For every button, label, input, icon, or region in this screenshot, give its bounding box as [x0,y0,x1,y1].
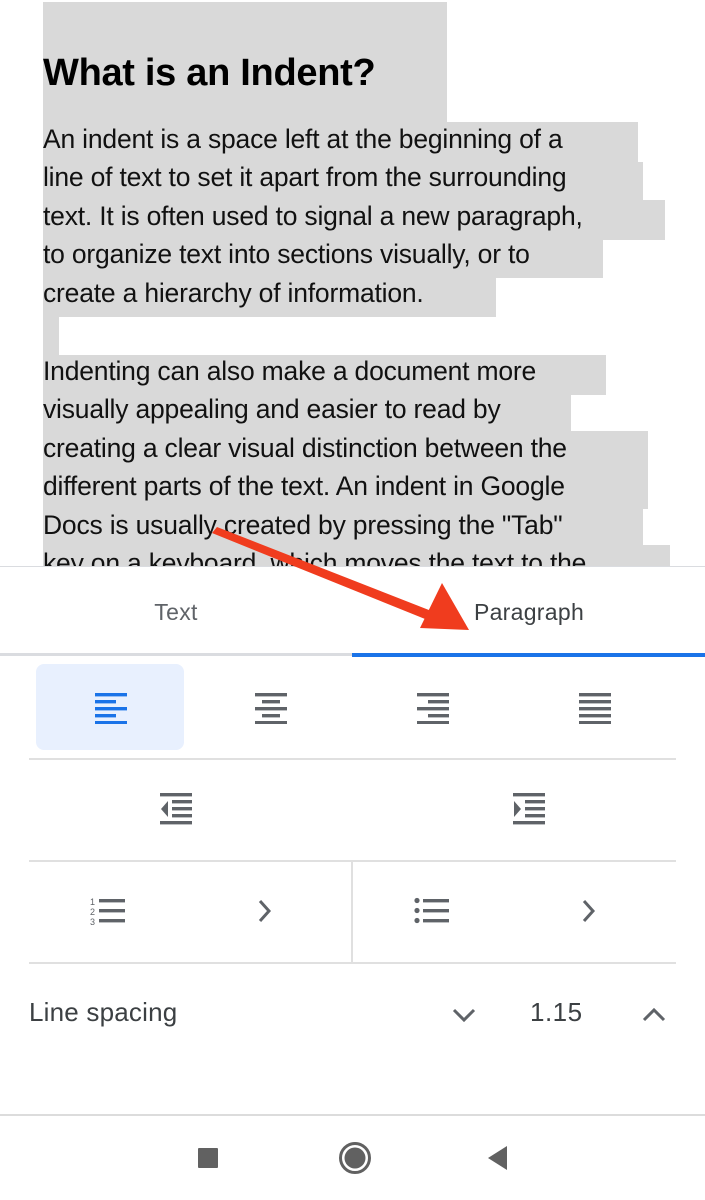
svg-text:1: 1 [90,897,95,907]
tab-text[interactable]: Text [0,567,352,657]
chevron-right-icon [258,899,272,923]
line-spacing-label: Line spacing [29,997,178,1027]
chevron-down-icon [452,1008,476,1023]
circle-home-icon [339,1142,371,1174]
back-button[interactable] [478,1138,518,1178]
svg-text:3: 3 [90,917,95,926]
paragraph-line: key on a keyboard, which moves the text … [43,548,587,566]
chevron-right-icon [582,899,596,923]
format-tabs: Text Paragraph [0,567,705,657]
format-panel: Text Paragraph 1 2 3 Line spacing 1.15 [0,566,705,1114]
chevron-up-icon [642,1007,666,1022]
tab-divider [0,653,352,656]
line-spacing-value: 1.15 [530,997,583,1027]
paragraph-line: Indenting can also make a document more [43,356,537,386]
numbered-list-icon: 1 2 3 [90,897,125,926]
paragraph-line: An indent is a space left at the beginni… [43,124,563,154]
align-left-button[interactable] [36,664,184,750]
active-tab-indicator [352,653,705,657]
paragraph-line: create a hierarchy of information. [43,278,424,308]
recents-button[interactable] [188,1138,228,1178]
align-center-button[interactable] [197,664,345,750]
line-spacing-decrease-button[interactable] [447,1000,481,1030]
align-justify-button[interactable] [521,664,669,750]
selection-highlight [43,315,59,355]
align-left-icon [95,693,127,724]
document-area[interactable]: What is an Indent? An indent is a space … [0,0,705,566]
paragraph-line: different parts of the text. An indent i… [43,471,565,501]
align-justify-icon [579,693,611,724]
paragraph-line: creating a clear visual distinction betw… [43,433,567,463]
row-divider [29,962,676,964]
increase-indent-button[interactable] [367,760,690,860]
align-center-icon [255,693,287,724]
bulleted-list-icon [414,897,449,924]
triangle-back-icon [488,1146,507,1170]
paragraph-line: text. It is often used to signal a new p… [43,201,583,231]
paragraph-line: to organize text into sections visually,… [43,239,530,269]
decrease-indent-icon [159,793,192,825]
tab-paragraph[interactable]: Paragraph [353,567,705,657]
system-nav-bar [0,1114,705,1200]
square-recents-icon [198,1148,218,1168]
svg-text:2: 2 [90,907,95,917]
line-spacing-increase-button[interactable] [637,1000,671,1030]
document-heading: What is an Indent? [43,52,376,94]
align-right-icon [417,693,449,724]
bulleted-list-button[interactable] [353,862,676,962]
align-right-button[interactable] [359,664,507,750]
paragraph-line: Docs is usually created by pressing the … [43,510,563,540]
paragraph-line: visually appealing and easier to read by [43,394,501,424]
home-button[interactable] [335,1138,375,1178]
numbered-list-button[interactable]: 1 2 3 [29,862,352,962]
paragraph-line: line of text to set it apart from the su… [43,162,567,192]
increase-indent-icon [512,793,545,825]
decrease-indent-button[interactable] [14,760,337,860]
